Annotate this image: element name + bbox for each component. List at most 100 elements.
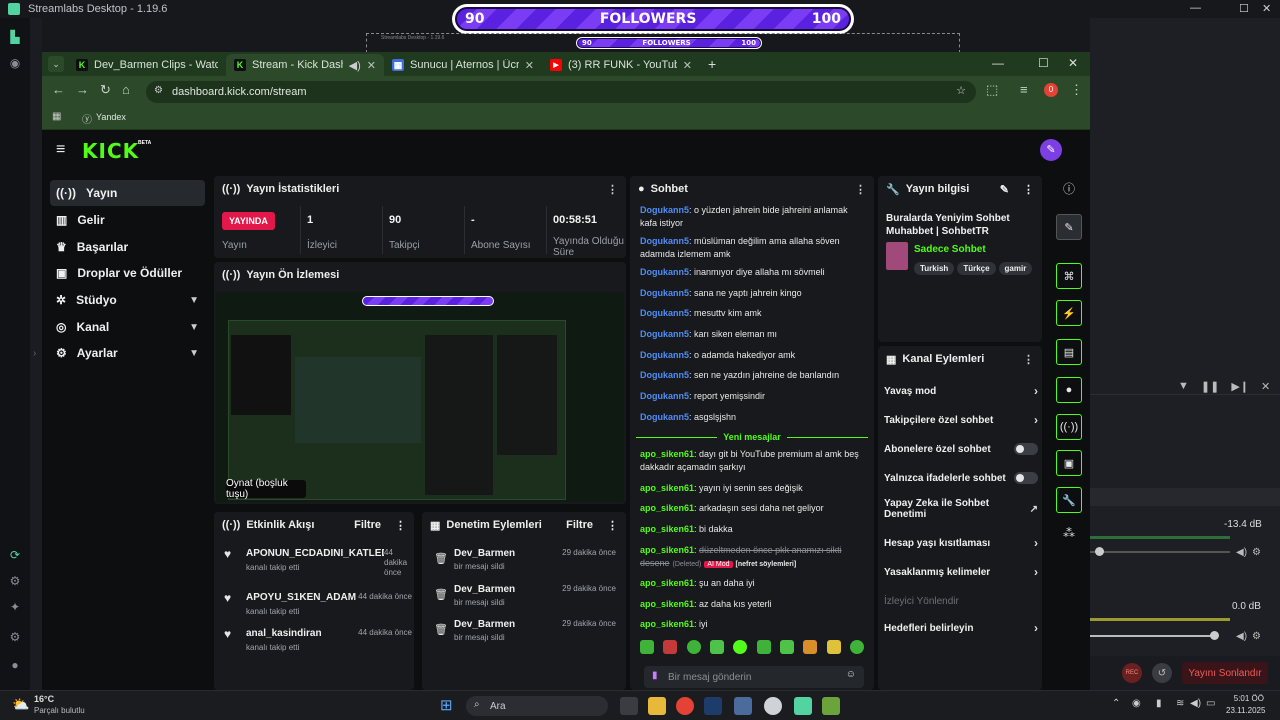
chat-username[interactable]: Dogukann5 [640, 308, 689, 318]
minimize-button[interactable]: — [1190, 2, 1201, 14]
home-icon[interactable]: ⌂ [122, 82, 130, 97]
emote-icon[interactable] [826, 640, 841, 654]
maximize-browser-button[interactable]: ☐ [1038, 56, 1049, 70]
channel-action-item[interactable]: Yapay Zeka ile Sohbet Denetimi ↗ [884, 496, 1038, 522]
sidebar-item-gelir[interactable]: ▥ Gelir [50, 207, 205, 233]
tab-aternos[interactable]: ▦ Sunucu | Aternos | Ücretsiz Min ✕ [384, 54, 542, 76]
moderation-filter-button[interactable]: Filtre [566, 519, 593, 531]
connections-icon[interactable]: ⁂ [1056, 526, 1082, 546]
rec-button[interactable]: REC [1122, 663, 1142, 683]
emote-icon[interactable] [640, 640, 654, 654]
tab-search-icon[interactable]: ⌄ [48, 56, 64, 72]
channel-action-item[interactable]: Hesap yaşı kısıtlaması › [884, 530, 1038, 556]
more-options-icon[interactable]: ⋮ [395, 519, 406, 532]
channel-action-item[interactable]: Abonelere özel sohbet [884, 436, 1038, 462]
emote-icon[interactable] [663, 640, 678, 654]
tab-dev-barmen[interactable]: K Dev_Barmen Clips - Watch Live [68, 54, 226, 76]
wrench-tool-icon[interactable]: 🔧 [1056, 487, 1082, 513]
mixer-volume-icon-2[interactable]: ◀) [1236, 631, 1247, 642]
hamburger-menu-icon[interactable]: ≡ [56, 141, 65, 159]
channel-action-item[interactable]: Hedefleri belirleyin › [884, 615, 1038, 641]
chat-username[interactable]: Dogukann5 [640, 205, 689, 215]
end-stream-button[interactable]: Yayını Sonlandır [1182, 662, 1268, 684]
close-tab-icon[interactable]: ✕ [683, 59, 692, 72]
record-icon[interactable]: ◉ [8, 56, 22, 70]
weather-icon[interactable]: ⛅ [12, 696, 29, 713]
emoji-icon[interactable]: ☺ [846, 669, 856, 680]
channel-action-item[interactable]: Takipçilere özel sohbet › [884, 407, 1038, 433]
tray-discord-icon[interactable]: ◉ [1132, 698, 1141, 709]
sidebar-item-basarilar[interactable]: ♛ Başarılar [50, 234, 205, 260]
apps-grid-icon[interactable]: ▦ [52, 111, 61, 122]
replay-icon[interactable]: ↺ [1152, 663, 1172, 683]
mixer-volume-icon-1[interactable]: ◀) [1236, 547, 1247, 558]
chat-username[interactable]: apo_siken61 [640, 449, 694, 459]
mixer-gear-icon-2[interactable]: ⚙ [1252, 631, 1261, 642]
mic-icon[interactable]: ▮ [652, 670, 658, 681]
chat-username[interactable]: apo_siken61 [640, 503, 694, 513]
sidebar-item-droplar[interactable]: ▣ Droplar ve Ödüller [50, 260, 205, 286]
steam-icon[interactable] [704, 697, 722, 715]
channel-action-item[interactable]: Yalnızca ifadelerle sohbet [884, 465, 1038, 491]
chat-username[interactable]: apo_siken61 [640, 619, 694, 629]
forward-icon[interactable]: → [76, 82, 89, 97]
chat-username[interactable]: Dogukann5 [640, 370, 689, 380]
chat-username[interactable]: apo_siken61 [640, 524, 694, 534]
minecraft-icon[interactable] [822, 697, 840, 715]
clock-time[interactable]: 5:01 ÖÖ [1232, 694, 1264, 703]
emote-icon[interactable] [803, 640, 818, 654]
reload-icon[interactable]: ↻ [100, 82, 111, 98]
toggle-switch[interactable] [1014, 443, 1038, 455]
more-options-icon[interactable]: ⋮ [1023, 183, 1034, 196]
tray-mic-icon[interactable]: ▮ [1156, 698, 1162, 709]
battery-icon[interactable]: ▭ [1206, 698, 1215, 709]
toggle-switch[interactable] [1014, 472, 1038, 484]
emote-icon[interactable] [756, 640, 771, 654]
chat-username[interactable]: apo_siken61 [640, 578, 694, 588]
maximize-button[interactable]: ☐ [1239, 2, 1249, 15]
layout-icon[interactable]: ▣ [1056, 450, 1082, 476]
category-name[interactable]: Sadece Sohbet [914, 244, 986, 255]
streamlabs-taskbar-icon[interactable] [794, 697, 812, 715]
editor-icon[interactable]: ▙ [8, 30, 22, 44]
more-options-icon[interactable]: ⋮ [607, 519, 618, 532]
slider-track-2[interactable] [1090, 635, 1215, 637]
clock-date[interactable]: 23.11.2025 [1226, 706, 1265, 715]
slider-knob-1[interactable] [1095, 547, 1104, 556]
kick-logo[interactable]: KICK [82, 139, 139, 163]
chat-username[interactable]: Dogukann5 [640, 288, 689, 298]
app-icon[interactable] [764, 697, 782, 715]
tab-kick-dashboard[interactable]: K Stream - Kick Dashboard ◀) ✕ [226, 54, 384, 76]
menu-icon[interactable]: ⋮ [1070, 82, 1083, 98]
wifi-icon[interactable]: ≋ [1176, 698, 1184, 709]
windows-start-icon[interactable]: ⊞ [440, 696, 453, 714]
site-info-icon[interactable]: ⚙ [154, 85, 163, 96]
minimize-browser-button[interactable]: — [992, 56, 1004, 70]
emote-icon[interactable] [733, 640, 748, 654]
more-options-icon[interactable]: ⋮ [607, 183, 618, 196]
task-view-icon[interactable] [620, 697, 638, 715]
chat-username[interactable]: Dogukann5 [640, 236, 689, 246]
chat-username[interactable]: apo_siken61 [640, 483, 694, 493]
dashboard-icon[interactable]: ⟳ [8, 548, 22, 562]
apps-icon[interactable]: ⚙ [8, 574, 22, 588]
file-explorer-icon[interactable] [648, 697, 666, 715]
close-tab-icon[interactable]: ✕ [367, 59, 376, 72]
chat-username[interactable]: Dogukann5 [640, 350, 689, 360]
raid-icon[interactable]: ⌘ [1056, 263, 1082, 289]
preview-video[interactable]: Oynat (boşluk tuşu) ▶ ◀) ▣ ▭ ⛶ ⚙ [216, 292, 624, 502]
more-options-icon[interactable]: ⋮ [855, 183, 866, 196]
collapse-arrow-icon[interactable]: › [33, 348, 36, 359]
settings-icon[interactable]: ⚙ [8, 630, 22, 644]
chat-username[interactable]: Dogukann5 [640, 329, 689, 339]
chat-username[interactable]: apo_siken61 [640, 545, 694, 555]
edit-pencil-icon[interactable]: ✎ [1000, 183, 1009, 196]
bookmark-star-icon[interactable]: ☆ [956, 84, 966, 97]
channel-action-item[interactable]: Yavaş mod › [884, 378, 1038, 404]
profile-badge[interactable]: 0 [1044, 83, 1058, 97]
slider-track-1[interactable] [1090, 551, 1230, 553]
sidebar-item-yayin[interactable]: ((·)) Yayın [50, 180, 205, 206]
new-tab-button[interactable]: + [708, 56, 716, 72]
chat-username[interactable]: Dogukann5 [640, 412, 689, 422]
sidebar-item-studyo[interactable]: ✲ Stüdyo ▼ [50, 287, 205, 313]
